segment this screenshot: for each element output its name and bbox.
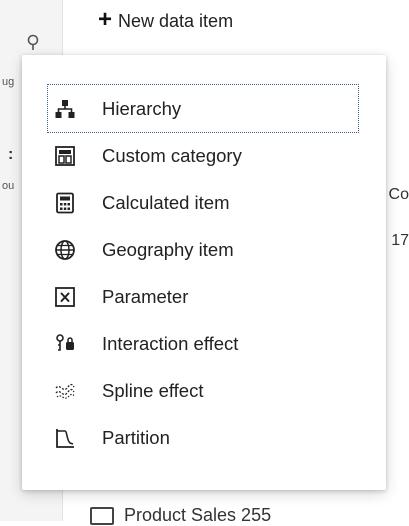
search-icon[interactable] [26, 34, 40, 54]
calculator-icon [52, 190, 78, 216]
measure-icon [90, 506, 114, 525]
panel-text-fragment: ug [2, 76, 15, 88]
menu-item-label: Hierarchy [102, 97, 182, 119]
value-fragment: 17 [391, 232, 409, 249]
menu-item-label: Spline effect [102, 379, 204, 401]
menu-item-label: Parameter [102, 285, 189, 307]
data-item-label: Product Sales 255 [124, 505, 272, 525]
interaction-effect-icon [52, 331, 78, 357]
plus-icon: + [98, 6, 113, 33]
menu-item-hierarchy[interactable]: Hierarchy [47, 84, 359, 133]
menu-item-label: Interaction effect [102, 332, 239, 354]
menu-item-interaction-effect[interactable]: Interaction effect [48, 320, 358, 367]
panel-text-fragment: ou [2, 180, 15, 192]
globe-icon [52, 237, 78, 263]
new-data-item-menu: Hierarchy Custom category Calculated ite… [22, 55, 386, 490]
parameter-icon [52, 284, 78, 310]
new-data-item-button[interactable]: + New data item [98, 6, 233, 36]
menu-item-calculated-item[interactable]: Calculated item [48, 179, 358, 226]
menu-item-spline-effect[interactable]: Spline effect [48, 367, 358, 414]
menu-item-label: Custom category [102, 144, 242, 166]
hierarchy-icon [52, 96, 78, 122]
data-item-row[interactable]: Product Sales 255 [90, 505, 271, 526]
menu-item-partition[interactable]: Partition [48, 414, 358, 461]
menu-item-custom-category[interactable]: Custom category [48, 132, 358, 179]
spline-effect-icon [52, 378, 78, 404]
menu-item-geography-item[interactable]: Geography item [48, 226, 358, 273]
menu-item-label: Calculated item [102, 191, 230, 213]
menu-item-parameter[interactable]: Parameter [48, 273, 358, 320]
menu-list: Hierarchy Custom category Calculated ite… [47, 84, 359, 461]
custom-category-icon [52, 143, 78, 169]
more-options-icon[interactable]: : [8, 146, 13, 164]
column-header-fragment: Co [388, 186, 409, 203]
partition-icon [52, 425, 78, 451]
new-data-item-label: New data item [118, 10, 234, 31]
menu-item-label: Geography item [102, 238, 234, 260]
menu-item-label: Partition [102, 426, 170, 448]
